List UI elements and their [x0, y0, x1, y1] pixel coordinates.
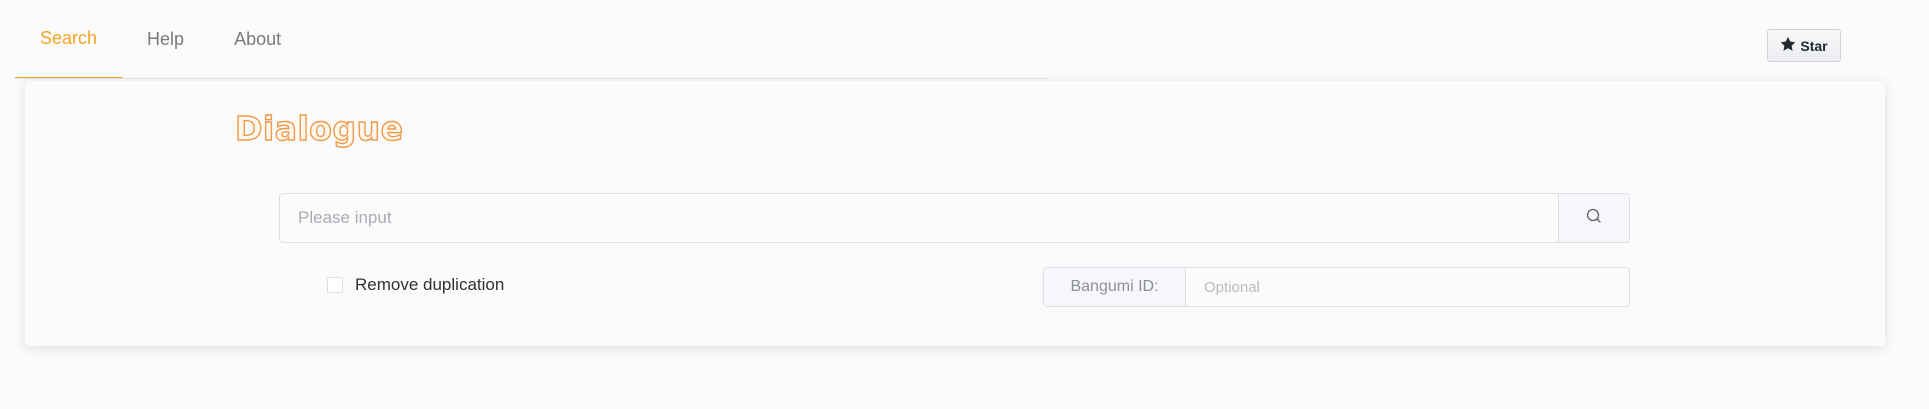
tab-bar: Search Help About: [15, 0, 306, 80]
star-button[interactable]: Star: [1767, 29, 1841, 62]
tab-about[interactable]: About: [209, 0, 306, 79]
remove-duplication-label: Remove duplication: [355, 275, 505, 294]
search-input[interactable]: [280, 194, 1558, 242]
search-card: Dialogue Remove duplication Bangumi ID:: [25, 81, 1885, 346]
remove-duplication-checkbox[interactable]: [327, 277, 343, 293]
remove-duplication-option[interactable]: Remove duplication: [327, 275, 504, 295]
star-icon: [1780, 36, 1796, 55]
search-button[interactable]: [1558, 194, 1629, 242]
bangumi-id-prefix: Bangumi ID:: [1044, 268, 1186, 306]
page-title: Dialogue: [234, 108, 404, 148]
star-button-label: Star: [1800, 37, 1828, 54]
search-bar: [279, 193, 1630, 243]
tab-search[interactable]: Search: [15, 0, 123, 79]
search-icon: [1585, 207, 1603, 230]
tab-help[interactable]: Help: [122, 0, 209, 79]
bangumi-id-field: Bangumi ID:: [1043, 267, 1630, 307]
bangumi-id-input[interactable]: [1186, 268, 1629, 306]
app-root: Search Help About Star Dialogue Remove d…: [0, 0, 1929, 409]
tab-bar-divider: [15, 78, 1048, 79]
